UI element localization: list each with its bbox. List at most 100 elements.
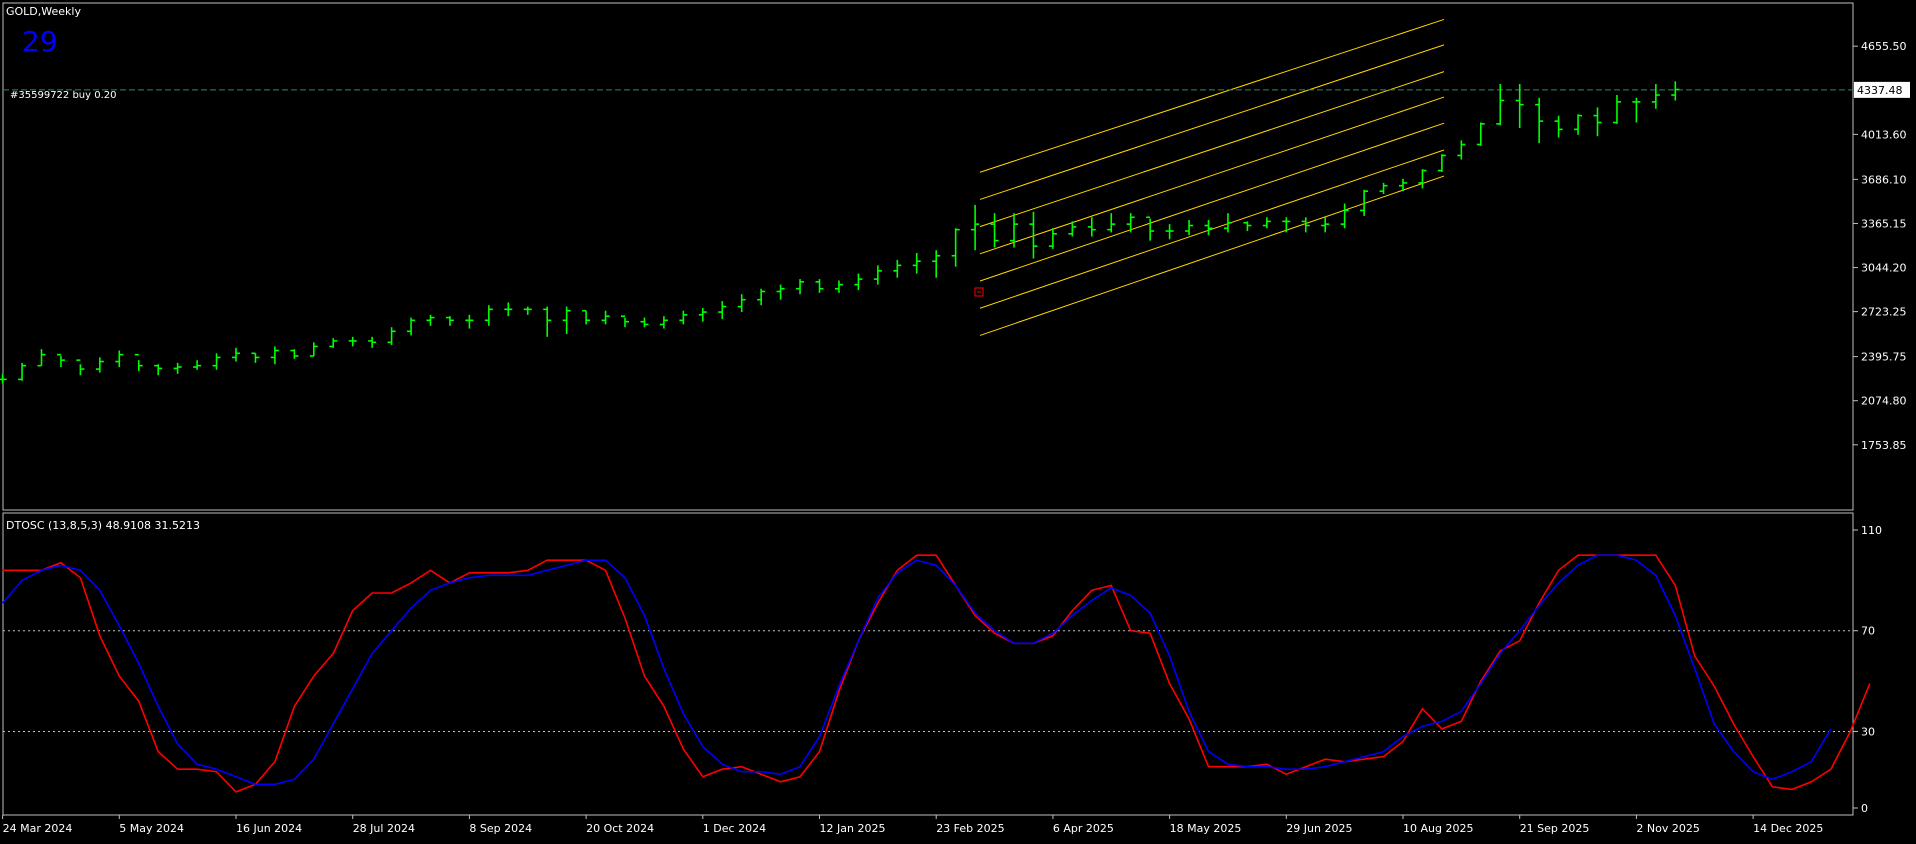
price-bar	[1515, 84, 1524, 128]
osc-tick-label: 30	[1861, 725, 1875, 738]
price-bar	[737, 294, 746, 313]
price-bar	[679, 310, 688, 325]
trading-chart[interactable]: 4655.50 4013.60 3686.10 3365.15 3044.20 2723.…	[0, 0, 1916, 840]
chart-canvas[interactable]: 4655.50 4013.60 3686.10 3365.15 3044.20 2723.…	[0, 0, 1916, 840]
price-tick-label: 1753.85	[1861, 439, 1907, 452]
price-bar	[0, 373, 7, 384]
price-bar	[329, 338, 338, 348]
osc-tick-label: 0	[1861, 802, 1868, 815]
price-tick-label: 3686.10	[1861, 173, 1907, 186]
price-bar	[971, 204, 980, 251]
time-tick-label: 29 Jun 2025	[1286, 822, 1352, 835]
channel-lines	[979, 18, 1445, 336]
price-bar	[873, 265, 882, 285]
price-bar	[1476, 122, 1485, 146]
price-bar	[309, 342, 318, 357]
price-bar	[1243, 221, 1252, 232]
indicator-label: DTOSC (13,8,5,3) 48.9108 31.5213	[6, 519, 200, 532]
osc-tick-label: 110	[1861, 524, 1882, 537]
time-tick-label: 23 Feb 2025	[936, 822, 1004, 835]
price-bar	[251, 352, 260, 363]
price-tick-label: 2723.25	[1861, 306, 1907, 319]
osc-tick-label: 70	[1861, 625, 1875, 638]
price-bar	[640, 317, 649, 328]
price-bar	[776, 284, 785, 300]
price-bar	[1574, 114, 1583, 135]
price-bar	[270, 346, 279, 365]
time-tick-label: 1 Dec 2024	[703, 822, 766, 835]
price-bar	[426, 314, 435, 326]
price-bar	[368, 336, 377, 348]
price-bar	[932, 250, 941, 278]
price-bar	[562, 306, 571, 335]
time-tick-label: 6 Apr 2025	[1053, 822, 1114, 835]
price-bar	[445, 316, 454, 326]
price-bar	[1632, 97, 1641, 123]
time-tick-label: 14 Dec 2025	[1753, 822, 1823, 835]
price-bar	[1612, 95, 1621, 124]
channel-line[interactable]	[979, 96, 1445, 255]
time-tick-label: 16 Jun 2024	[236, 822, 302, 835]
price-bar	[173, 362, 182, 374]
price-bar	[56, 353, 65, 368]
time-tick-label: 28 Jul 2024	[353, 822, 415, 835]
price-bar	[1048, 228, 1057, 249]
time-tick-label: 10 Aug 2025	[1403, 822, 1473, 835]
price-bar	[1204, 220, 1213, 236]
price-bar	[543, 306, 552, 337]
price-bar	[154, 364, 163, 376]
time-tick-label: 8 Sep 2024	[469, 822, 532, 835]
price-bar	[465, 314, 474, 329]
price-axis: 4655.50 4013.60 3686.10 3365.15 3044.20 2723.…	[1853, 40, 1907, 452]
price-bar	[1418, 169, 1427, 189]
price-bar	[76, 359, 85, 376]
time-tick-label: 21 Sep 2025	[1520, 822, 1590, 835]
price-tick-label: 4655.50	[1861, 40, 1907, 53]
price-bar	[232, 347, 240, 362]
price-bar	[621, 315, 629, 328]
price-bar	[523, 306, 532, 315]
price-bar	[893, 259, 902, 278]
current-price-label: 4337.48	[1857, 84, 1903, 97]
price-bar	[134, 353, 143, 372]
oscillator-pane[interactable]	[2, 512, 1854, 816]
order-line-group: 4337.48	[3, 81, 1910, 98]
order-label[interactable]: #35599722 buy 0.20	[10, 90, 117, 101]
price-bar	[698, 307, 707, 322]
price-bar	[834, 280, 843, 293]
channel-line[interactable]	[979, 175, 1445, 336]
channel-line[interactable]	[979, 44, 1445, 200]
price-tick-label: 4013.60	[1861, 128, 1907, 141]
symbol-label: GOLD,Weekly	[6, 5, 81, 18]
osc-fast-line[interactable]	[2, 554, 1871, 793]
price-bar	[18, 362, 27, 381]
price-tick-label: 2395.75	[1861, 351, 1907, 364]
price-bar	[1651, 84, 1660, 109]
price-bar	[1535, 97, 1544, 144]
price-bar	[1107, 213, 1116, 233]
price-bar	[115, 350, 124, 368]
channel-line[interactable]	[979, 149, 1445, 309]
price-bar	[1437, 154, 1446, 172]
price-bar	[1554, 115, 1563, 138]
price-bar	[504, 302, 513, 317]
price-bar	[796, 279, 805, 295]
channel-line[interactable]	[979, 122, 1445, 282]
price-bar	[1282, 217, 1291, 233]
price-bar	[990, 213, 999, 248]
oscillator-lines	[1, 554, 1871, 793]
osc-slow-line[interactable]	[1, 554, 1832, 786]
price-bar	[387, 327, 396, 346]
price-bar	[1262, 217, 1271, 229]
price-bar	[1223, 213, 1232, 233]
price-bar	[582, 309, 591, 325]
price-bar	[1321, 217, 1330, 233]
price-pane[interactable]	[2, 2, 1854, 511]
price-bar	[601, 310, 610, 325]
price-bar	[951, 228, 960, 267]
price-bar	[757, 288, 766, 306]
price-bar	[854, 273, 863, 291]
price-bar	[1671, 81, 1680, 101]
price-bar	[212, 353, 221, 370]
price-bar	[1146, 216, 1155, 241]
